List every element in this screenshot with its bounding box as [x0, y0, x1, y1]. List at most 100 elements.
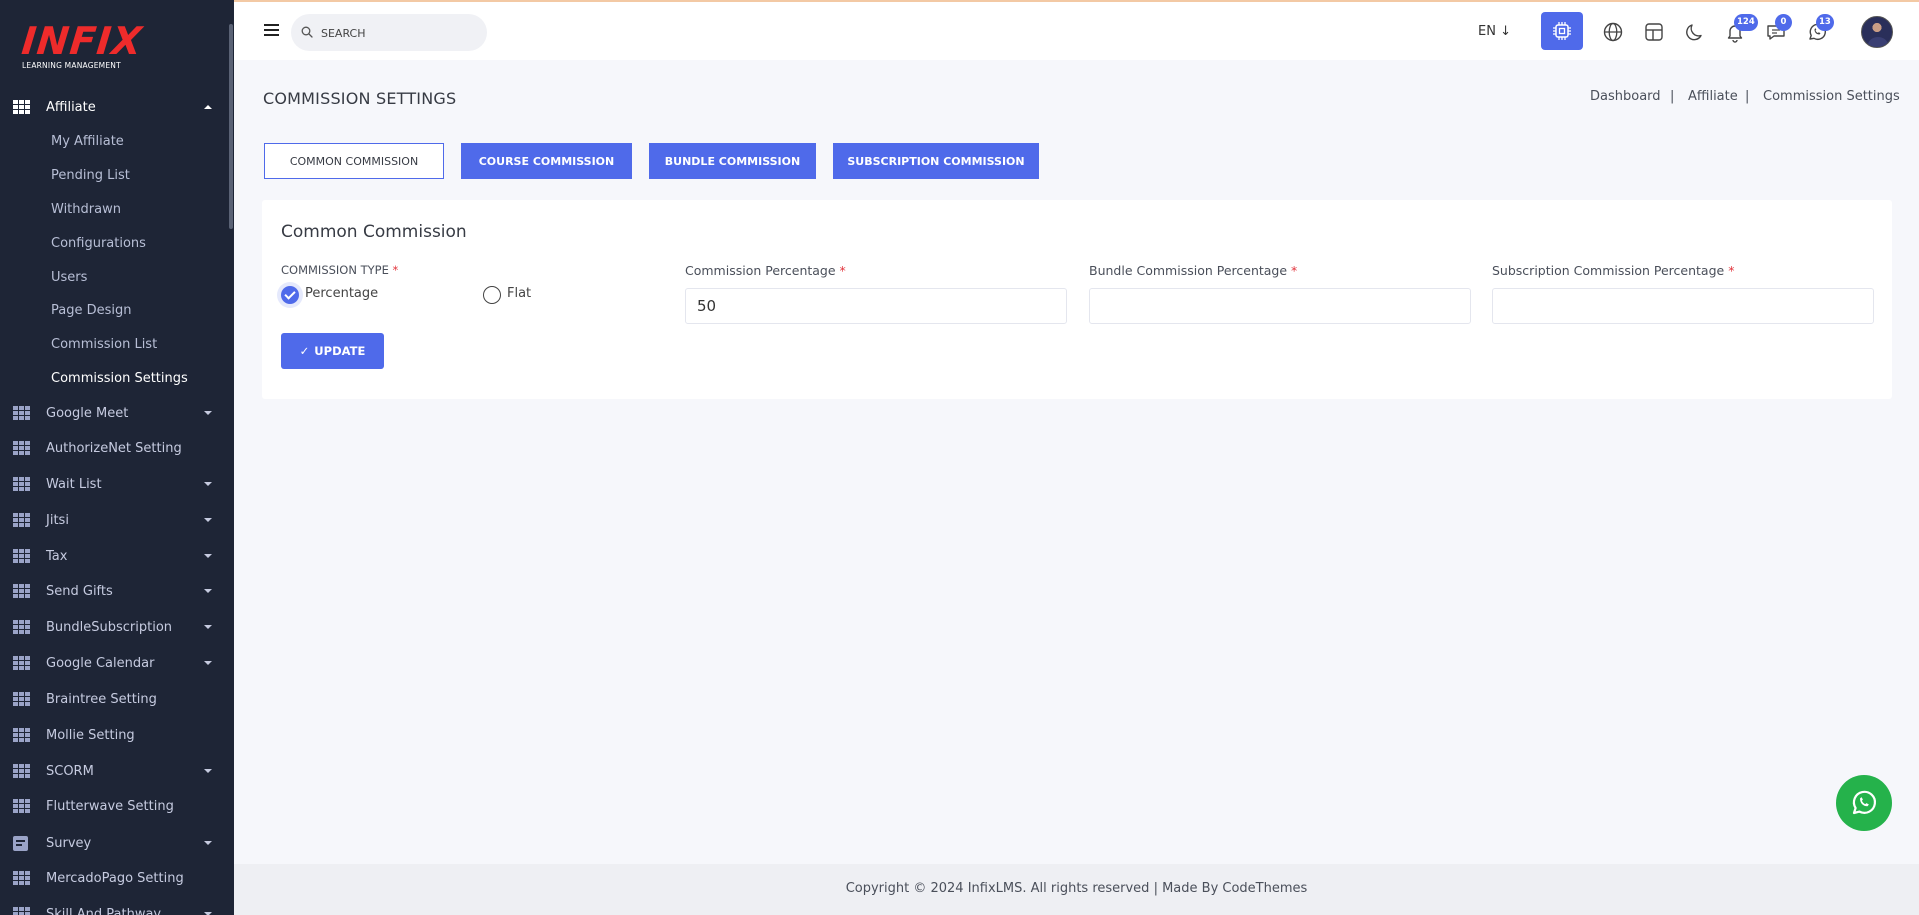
grid-icon — [13, 406, 30, 420]
tab-common-commission[interactable]: COMMON COMMISSION — [264, 143, 444, 179]
sidebar-item-affiliate[interactable]: Affiliate — [0, 92, 229, 122]
sidebar-subitem-page-design[interactable]: Page Design — [51, 303, 132, 318]
menu-toggle-icon[interactable] — [264, 24, 279, 36]
sidebar-item-label: Mollie Setting — [46, 727, 135, 743]
caret-down-icon — [204, 554, 212, 558]
sidebar-scrollbar[interactable] — [229, 24, 233, 229]
common-commission-card: Common Commission COMMISSION TYPE * Perc… — [262, 200, 1892, 399]
search-box[interactable] — [291, 14, 487, 51]
cpu-button[interactable] — [1541, 12, 1583, 50]
bundle-percentage-input[interactable] — [1089, 288, 1471, 324]
sidebar-item-label: Google Meet — [46, 405, 129, 421]
sidebar-item-flutterwave[interactable]: Flutterwave Setting — [0, 791, 229, 821]
commission-type-label: COMMISSION TYPE * — [281, 263, 398, 277]
commission-percentage-label: Commission Percentage * — [685, 263, 846, 278]
subscription-percentage-input[interactable] — [1492, 288, 1874, 324]
card-title: Common Commission — [281, 222, 467, 242]
sidebar-item-authorizenet[interactable]: AuthorizeNet Setting — [0, 433, 229, 463]
sidebar-subitem-users[interactable]: Users — [51, 270, 87, 285]
update-button-label: UPDATE — [314, 344, 366, 358]
sidebar-item-survey[interactable]: Survey — [0, 828, 229, 858]
caret-down-icon — [204, 841, 212, 845]
breadcrumb-separator: | — [1745, 89, 1750, 104]
tab-bundle-commission[interactable]: BUNDLE COMMISSION — [649, 143, 816, 179]
search-input[interactable] — [321, 23, 471, 43]
bundle-percentage-label: Bundle Commission Percentage * — [1089, 263, 1297, 278]
layout-icon[interactable] — [1643, 21, 1665, 43]
grid-icon — [13, 477, 30, 491]
document-icon — [13, 835, 28, 851]
sidebar-item-label: SCORM — [46, 763, 94, 779]
whatsapp-header-button[interactable]: 13 — [1806, 14, 1834, 43]
update-button[interactable]: ✓ UPDATE — [281, 333, 384, 369]
radio-percentage-label[interactable]: Percentage — [305, 286, 378, 301]
globe-icon[interactable] — [1602, 21, 1624, 43]
brand-logo[interactable]: INFIX LEARNING MANAGEMENT — [20, 19, 145, 70]
tab-subscription-commission[interactable]: SUBSCRIPTION COMMISSION — [833, 143, 1039, 179]
sidebar-subitem-commission-settings[interactable]: Commission Settings — [51, 371, 188, 386]
sidebar-item-scorm[interactable]: SCORM — [0, 756, 229, 786]
messages-badge: 0 — [1775, 14, 1792, 31]
breadcrumb-dashboard[interactable]: Dashboard — [1590, 89, 1661, 104]
sidebar-item-label: BundleSubscription — [46, 619, 173, 635]
grid-icon — [13, 728, 30, 742]
caret-down-icon — [204, 411, 212, 415]
whatsapp-icon — [1852, 790, 1877, 815]
sidebar-item-wait-list[interactable]: Wait List — [0, 469, 229, 499]
grid-icon — [13, 584, 30, 598]
notifications-badge: 124 — [1734, 14, 1758, 31]
radio-percentage[interactable] — [281, 286, 299, 304]
sidebar-item-label: Affiliate — [46, 99, 96, 115]
whatsapp-badge: 13 — [1816, 14, 1834, 31]
sidebar-item-mercadopago[interactable]: MercadoPago Setting — [0, 863, 229, 893]
user-avatar[interactable] — [1861, 16, 1893, 48]
sidebar-subitem-withdrawn[interactable]: Withdrawn — [51, 202, 121, 217]
footer: Copyright © 2024 InfixLMS. All rights re… — [234, 864, 1919, 915]
sidebar-item-google-calendar[interactable]: Google Calendar — [0, 648, 229, 678]
breadcrumb-affiliate[interactable]: Affiliate — [1688, 89, 1738, 104]
grid-icon — [13, 764, 30, 778]
sidebar-item-label: Survey — [46, 835, 92, 851]
page-title: COMMISSION SETTINGS — [263, 89, 457, 108]
sidebar-item-label: AuthorizeNet Setting — [46, 440, 182, 456]
sidebar-item-bundle-subscription[interactable]: BundleSubscription — [0, 612, 229, 642]
sidebar-item-label: Jitsi — [46, 512, 69, 528]
moon-icon[interactable] — [1684, 21, 1706, 43]
sidebar-item-label: Wait List — [46, 476, 102, 492]
sidebar-item-label: Skill And Pathway — [46, 906, 162, 915]
grid-icon — [13, 620, 30, 634]
sidebar-subitem-commission-list[interactable]: Commission List — [51, 337, 157, 352]
sidebar-item-mollie[interactable]: Mollie Setting — [0, 720, 229, 750]
required-mark: * — [1291, 263, 1298, 278]
required-mark: * — [392, 263, 399, 277]
check-icon: ✓ — [299, 344, 310, 358]
sidebar-subitem-configurations[interactable]: Configurations — [51, 236, 146, 251]
sidebar-subitem-pending-list[interactable]: Pending List — [51, 168, 130, 183]
sidebar-item-skill-pathway[interactable]: Skill And Pathway — [0, 899, 229, 915]
sidebar-item-jitsi[interactable]: Jitsi — [0, 505, 229, 535]
notifications-button[interactable]: 124 — [1724, 14, 1758, 43]
sidebar-item-send-gifts[interactable]: Send Gifts — [0, 576, 229, 606]
sidebar-item-tax[interactable]: Tax — [0, 541, 229, 571]
radio-flat-label[interactable]: Flat — [507, 286, 531, 301]
grid-icon — [13, 100, 30, 114]
tab-course-commission[interactable]: COURSE COMMISSION — [461, 143, 632, 179]
caret-up-icon — [204, 105, 212, 109]
language-selector[interactable]: EN ↓ — [1478, 24, 1511, 39]
grid-icon — [13, 441, 30, 455]
breadcrumb-separator: | — [1670, 89, 1675, 104]
radio-flat[interactable] — [483, 286, 501, 304]
sidebar-item-braintree[interactable]: Braintree Setting — [0, 684, 229, 714]
breadcrumb-current: Commission Settings — [1763, 89, 1900, 104]
sidebar-item-label: Braintree Setting — [46, 691, 157, 707]
sidebar-subitem-my-affiliate[interactable]: My Affiliate — [51, 134, 124, 149]
caret-down-icon — [204, 589, 212, 593]
grid-icon — [13, 692, 30, 706]
sidebar-item-google-meet[interactable]: Google Meet — [0, 398, 229, 428]
commission-percentage-input[interactable] — [685, 288, 1067, 324]
caret-down-icon — [204, 482, 212, 486]
grid-icon — [13, 549, 30, 563]
whatsapp-chat-button[interactable] — [1836, 775, 1892, 831]
messages-button[interactable]: 0 — [1765, 14, 1792, 43]
grid-icon — [13, 513, 30, 527]
